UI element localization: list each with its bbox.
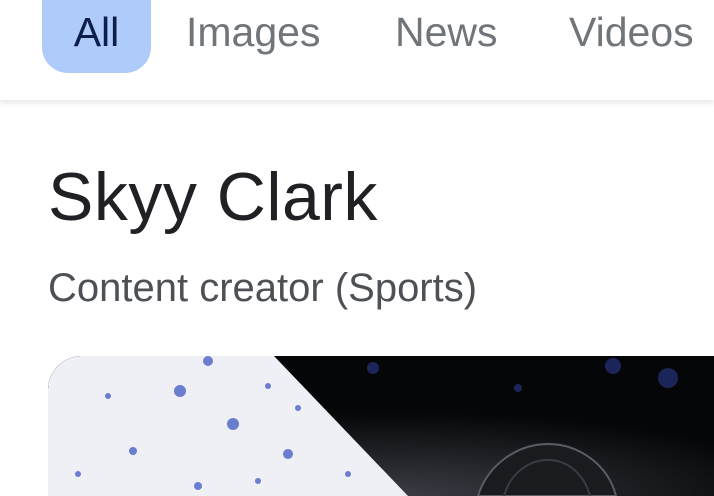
tab-videos-label: Videos	[569, 9, 694, 55]
hero-image-graphic	[48, 356, 714, 496]
tab-videos[interactable]: Videos	[569, 0, 694, 73]
knowledge-panel-subtitle: Content creator (Sports)	[48, 266, 478, 310]
tab-images-label: Images	[186, 9, 321, 55]
tab-images[interactable]: Images	[186, 0, 320, 73]
knowledge-panel-image[interactable]	[48, 356, 714, 496]
tab-news-label: News	[395, 9, 498, 55]
tab-all[interactable]: All	[42, 0, 151, 73]
tab-all-label: All	[73, 9, 120, 55]
knowledge-panel-title: Skyy Clark	[48, 159, 378, 235]
search-tabs-bar: All Images News Videos	[0, 0, 714, 100]
tab-news[interactable]: News	[395, 0, 498, 73]
